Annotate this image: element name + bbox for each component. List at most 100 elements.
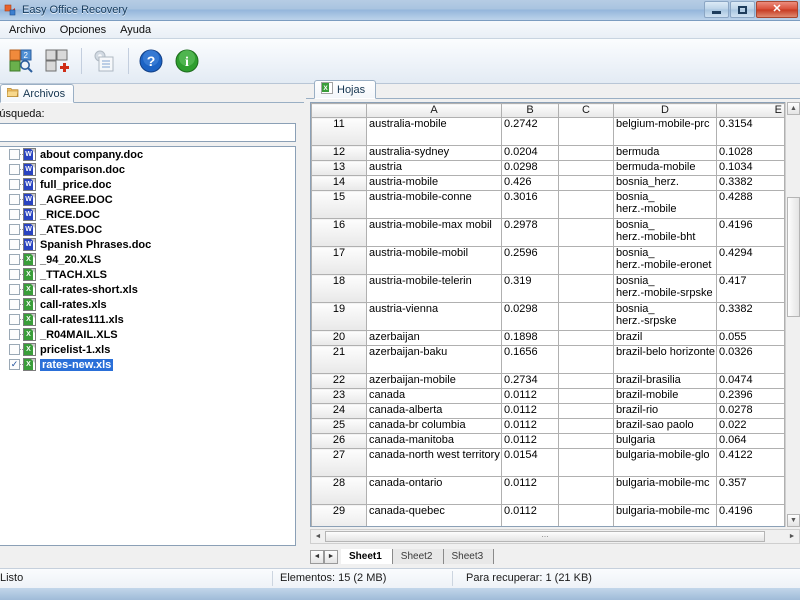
cell-c[interactable] xyxy=(558,388,614,404)
file-checkbox[interactable] xyxy=(9,254,20,265)
cell-e[interactable]: 0.0278 xyxy=(716,403,785,419)
cell-c[interactable] xyxy=(558,403,614,419)
file-list-item[interactable]: X _R04MAIL.XLS xyxy=(0,327,295,342)
file-list-item[interactable]: W _RICE.DOC xyxy=(0,207,295,222)
options-button[interactable] xyxy=(87,44,121,78)
cell-a[interactable]: azerbaijan xyxy=(366,330,502,346)
menu-item-opciones[interactable]: Opciones xyxy=(53,22,113,38)
file-checkbox[interactable] xyxy=(9,149,20,160)
file-checkbox[interactable] xyxy=(9,299,20,310)
sheet-row[interactable]: 19 austria-vienna 0.0298 bosnia_ herz.-srpsk… xyxy=(311,302,785,331)
cell-e[interactable]: 0.0326 xyxy=(716,345,785,374)
sheet-row[interactable]: 15 austria-mobile-conne 0.3016 bosnia_ herz.… xyxy=(311,190,785,219)
file-list-item[interactable]: X _94_20.XLS xyxy=(0,252,295,267)
col-header-corner[interactable] xyxy=(311,103,367,118)
tab-hojas[interactable]: X Hojas xyxy=(314,80,377,99)
add-file-button[interactable] xyxy=(40,44,74,78)
cell-b[interactable]: 0.0154 xyxy=(501,448,559,477)
cell-a[interactable]: canada xyxy=(366,388,502,404)
cell-b[interactable]: 0.0112 xyxy=(501,403,559,419)
sheet-row[interactable]: 29 canada-quebec 0.0112 bulgaria-mobile-mc 0… xyxy=(311,504,785,526)
cell-d[interactable]: bermuda-mobile xyxy=(613,160,717,176)
row-header-cell[interactable]: 14 xyxy=(311,175,367,191)
cell-d[interactable]: bosnia_herz. xyxy=(613,175,717,191)
cell-c[interactable] xyxy=(558,160,614,176)
row-header-cell[interactable]: 11 xyxy=(311,117,367,146)
cell-d[interactable]: bosnia_ herz.-mobile-eronet xyxy=(613,246,717,275)
cell-c[interactable] xyxy=(558,246,614,275)
cell-c[interactable] xyxy=(558,345,614,374)
sheet-row[interactable]: 27 canada-north west territory 0.0154 bulga… xyxy=(311,448,785,477)
file-list-item[interactable]: Xcall-rates.xls xyxy=(0,297,295,312)
cell-a[interactable]: canada-br columbia xyxy=(366,418,502,434)
col-header-b[interactable]: B xyxy=(501,103,559,118)
sheet-row[interactable]: 28 canada-ontario 0.0112 bulgaria-mobile-mc… xyxy=(311,476,785,505)
cell-e[interactable]: 0.055 xyxy=(716,330,785,346)
cell-b[interactable]: 0.0204 xyxy=(501,145,559,161)
file-checkbox[interactable] xyxy=(9,224,20,235)
file-checkbox[interactable]: ✓ xyxy=(9,359,20,370)
sheet-row[interactable]: 21 azerbaijan-baku 0.1656 brazil-belo horiz… xyxy=(311,345,785,374)
cell-d[interactable]: brazil-sao paolo xyxy=(613,418,717,434)
scroll-up-arrow[interactable]: ▲ xyxy=(787,102,800,115)
sheet-row[interactable]: 13 austria 0.0298 bermuda-mobile 0.1034 xyxy=(311,160,785,176)
cell-a[interactable]: canada-north west territory xyxy=(366,448,502,477)
row-header-cell[interactable]: 23 xyxy=(311,388,367,404)
col-header-e[interactable]: E xyxy=(716,103,785,118)
file-list-item[interactable]: ✓ Xrates-new.xls xyxy=(0,357,295,372)
cell-a[interactable]: canada-ontario xyxy=(366,476,502,505)
cell-b[interactable]: 0.0112 xyxy=(501,418,559,434)
col-header-c[interactable]: C xyxy=(558,103,614,118)
cell-e[interactable]: 0.3382 xyxy=(716,175,785,191)
cell-b[interactable]: 0.2978 xyxy=(501,218,559,247)
sheet-row[interactable]: 12 australia-sydney 0.0204 bermuda 0.1028 xyxy=(311,145,785,161)
file-list-item[interactable]: Xpricelist-1.xls xyxy=(0,342,295,357)
cell-e[interactable]: 0.4294 xyxy=(716,246,785,275)
cell-c[interactable] xyxy=(558,190,614,219)
file-list-item[interactable]: W Spanish Phrases.doc xyxy=(0,237,295,252)
cell-a[interactable]: austria-vienna xyxy=(366,302,502,331)
scan-files-button[interactable]: 2 xyxy=(4,44,38,78)
file-checkbox[interactable] xyxy=(9,239,20,250)
row-header-cell[interactable]: 16 xyxy=(311,218,367,247)
row-header-cell[interactable]: 19 xyxy=(311,302,367,331)
sheet-row[interactable]: 24 canada-alberta 0.0112 brazil-rio 0.0278 xyxy=(311,403,785,419)
row-header-cell[interactable]: 12 xyxy=(311,145,367,161)
cell-d[interactable]: brazil-belo horizonte xyxy=(613,345,717,374)
scroll-left-arrow[interactable]: ◄ xyxy=(312,531,324,542)
tab-archivos[interactable]: Archivos xyxy=(0,84,75,103)
row-header-cell[interactable]: 18 xyxy=(311,274,367,303)
cell-c[interactable] xyxy=(558,218,614,247)
cell-b[interactable]: 0.426 xyxy=(501,175,559,191)
cell-a[interactable]: austria xyxy=(366,160,502,176)
cell-b[interactable]: 0.319 xyxy=(501,274,559,303)
cell-e[interactable]: 0.3154 xyxy=(716,117,785,146)
close-button[interactable]: ✕ xyxy=(756,1,798,18)
file-list-item[interactable]: Wcomparison.doc xyxy=(0,162,295,177)
sheet-row[interactable]: 16 austria-mobile-max mobil 0.2978 bosnia_ h… xyxy=(311,218,785,247)
vertical-scroll-thumb[interactable] xyxy=(787,197,800,317)
cell-d[interactable]: bulgaria-mobile-mc xyxy=(613,476,717,505)
cell-d[interactable]: bosnia_ herz.-mobile-bht xyxy=(613,218,717,247)
cell-a[interactable]: austria-mobile-conne xyxy=(366,190,502,219)
row-header-cell[interactable]: 28 xyxy=(311,476,367,505)
file-checkbox[interactable] xyxy=(9,314,20,325)
cell-e[interactable]: 0.1034 xyxy=(716,160,785,176)
cell-d[interactable]: bulgaria-mobile-glo xyxy=(613,448,717,477)
sheet-tab-sheet2[interactable]: Sheet2 xyxy=(392,549,444,564)
file-list-item[interactable]: Xcall-rates111.xls xyxy=(0,312,295,327)
cell-a[interactable]: austria-mobile-mobil xyxy=(366,246,502,275)
cell-e[interactable]: 0.4196 xyxy=(716,218,785,247)
file-list-item[interactable]: Xcall-rates-short.xls xyxy=(0,282,295,297)
cell-c[interactable] xyxy=(558,373,614,389)
cell-e[interactable]: 0.064 xyxy=(716,433,785,449)
cell-b[interactable]: 0.1656 xyxy=(501,345,559,374)
maximize-button[interactable] xyxy=(730,1,755,18)
menu-item-archivo[interactable]: Archivo xyxy=(2,22,53,38)
sheet-row[interactable]: 26 canada-manitoba 0.0112 bulgaria 0.064 xyxy=(311,433,785,449)
grid-vertical-scrollbar[interactable]: ▲ ▼ xyxy=(785,102,800,527)
file-checkbox[interactable] xyxy=(9,194,20,205)
cell-a[interactable]: azerbaijan-baku xyxy=(366,345,502,374)
file-checkbox[interactable] xyxy=(9,284,20,295)
cell-a[interactable]: austria-mobile xyxy=(366,175,502,191)
